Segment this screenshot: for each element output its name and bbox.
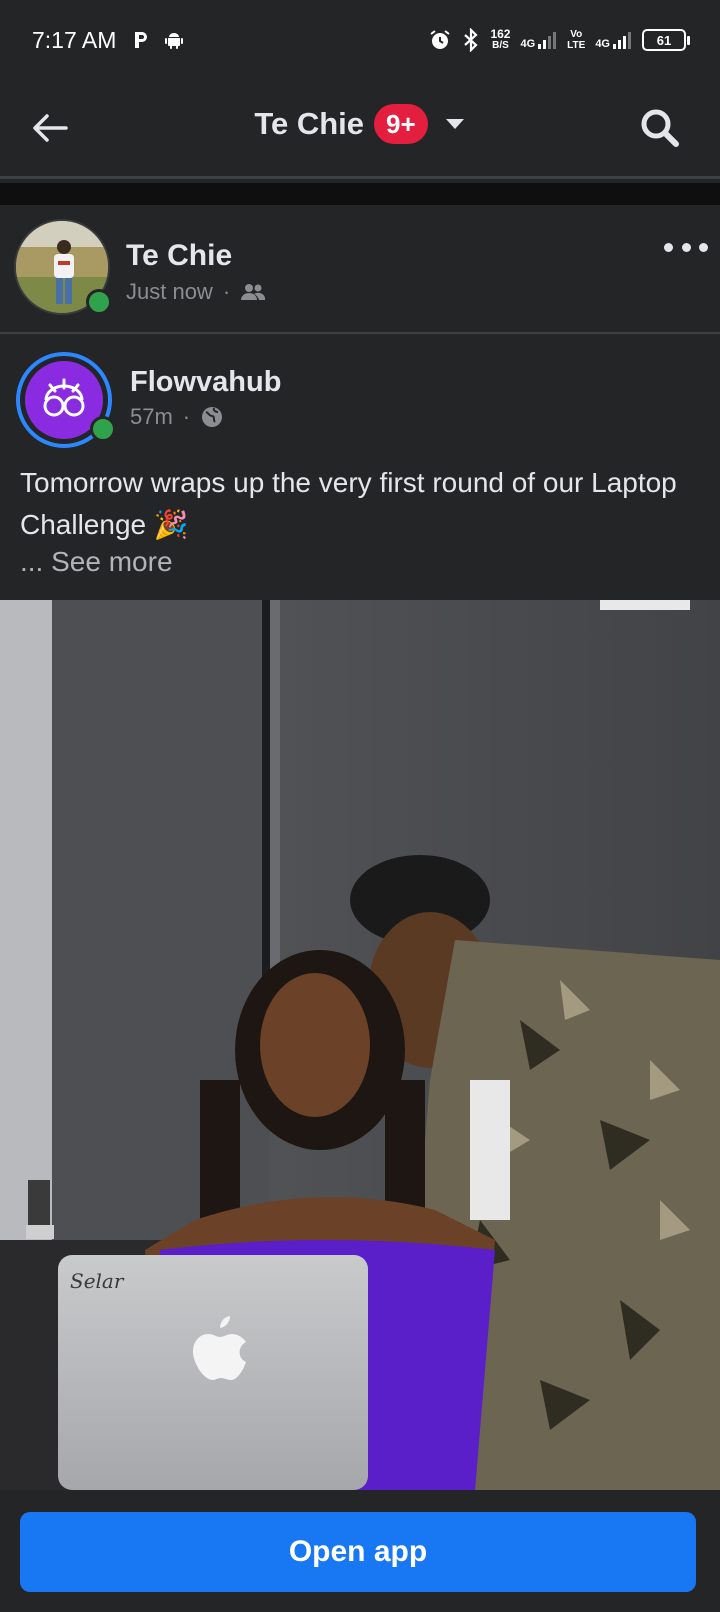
alarm-icon: [430, 30, 451, 49]
search-button[interactable]: [636, 104, 684, 152]
section-divider: [0, 183, 720, 205]
signal-2: 4G: [595, 30, 632, 50]
see-more-link[interactable]: ... See more: [20, 546, 173, 578]
top-header: Te Chie 9+: [0, 80, 720, 176]
post-text: Tomorrow wraps up the very first round o…: [20, 467, 677, 540]
post-photo[interactable]: Selar: [0, 600, 720, 1490]
chevron-down-icon: [445, 119, 464, 129]
shared-author-avatar[interactable]: [16, 352, 116, 448]
shared-post-time[interactable]: 57m: [130, 404, 173, 430]
post-header: Te Chie Just now ·: [0, 205, 720, 333]
author-avatar[interactable]: [14, 219, 112, 315]
post-image: Selar: [0, 600, 720, 1490]
friends-icon: [241, 284, 266, 300]
open-app-button[interactable]: Open app: [20, 1512, 696, 1592]
shared-author-name[interactable]: Flowvahub: [130, 366, 281, 399]
status-time: 7:17 AM: [32, 26, 117, 53]
flowvahub-logo-icon: [43, 378, 85, 417]
bluetooth-icon: [464, 28, 479, 52]
shared-post-meta: 57m ·: [130, 404, 224, 430]
search-icon: [641, 109, 679, 147]
post-author-name[interactable]: Te Chie: [126, 239, 232, 273]
laptop-sticker: Selar: [70, 1269, 125, 1293]
globe-icon: [202, 407, 223, 427]
android-icon: [165, 33, 184, 49]
network-speed: 162 B/S: [490, 27, 511, 51]
battery-icon: 61: [642, 29, 690, 51]
post-time[interactable]: Just now: [126, 279, 213, 305]
signal-bars-icon: [538, 32, 557, 49]
more-options-button[interactable]: [664, 235, 708, 259]
shared-post: Flowvahub 57m · Tomorrow wraps up the ve…: [0, 336, 720, 600]
meta-separator: ·: [222, 279, 231, 304]
online-status-dot: [86, 289, 112, 315]
bottom-bar: Open app: [0, 1490, 720, 1612]
signal-1: 4G: [520, 30, 557, 50]
divider: [0, 332, 720, 334]
volte-indicator: Vo LTE: [567, 29, 586, 51]
online-status-dot: [90, 416, 116, 442]
page-title: Te Chie: [254, 106, 364, 141]
signal-bars-icon: [613, 32, 631, 49]
notification-badge: 9+: [374, 104, 428, 144]
status-bar: 7:17 AM 162 B/S 4G Vo LTE 4G 61: [0, 0, 720, 80]
meta-separator: ·: [182, 404, 191, 429]
parking-icon: [135, 32, 148, 48]
post-meta: Just now ·: [126, 279, 266, 305]
divider: [0, 176, 720, 179]
header-title-group[interactable]: Te Chie 9+: [0, 104, 720, 144]
